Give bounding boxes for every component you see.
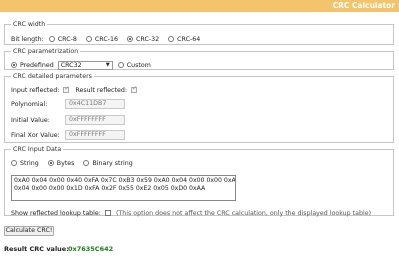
result-reflected-checkbox[interactable] <box>130 85 137 93</box>
predefined-option[interactable]: Predefined <box>11 62 54 69</box>
crc-width-fieldset: CRC width Bit length: CRC-8 CRC-16 CRC-3… <box>4 21 394 45</box>
polynomial-input[interactable]: 0x4C11DB7 <box>65 99 125 109</box>
crc16-option[interactable]: CRC-16 <box>85 35 119 43</box>
crc-width-legend: CRC width <box>13 21 46 28</box>
crc-detailed-legend: CRC detailed parameters <box>13 73 92 80</box>
result-reflected-label: Result reflected: <box>75 86 127 94</box>
bytes-label: Bytes <box>56 159 75 167</box>
lookup-table-note: (This option does not affect the CRC cal… <box>115 209 372 217</box>
calculate-crc-button[interactable]: Calculate CRC! <box>4 226 54 236</box>
input-data-textarea[interactable]: 0xA0 0x04 0x00 0x40 0xFA 0x7C 0xB3 0x59 … <box>11 175 236 201</box>
crc-parametrization-fieldset: CRC parametrization Predefined CRC32 ▼ C… <box>4 48 394 70</box>
crc32-label: CRC-32 <box>136 35 160 43</box>
bytes-radio[interactable] <box>47 160 54 166</box>
string-label: String <box>20 159 39 167</box>
crc32-radio[interactable] <box>127 36 134 42</box>
crc-input-legend: CRC Input Data <box>13 146 62 153</box>
binary-label: Binary string <box>92 159 133 167</box>
input-reflected-label: Input reflected: <box>11 86 60 94</box>
crc8-radio[interactable] <box>48 36 55 42</box>
custom-option[interactable]: Custom <box>117 61 151 69</box>
crc16-label: CRC-16 <box>94 35 119 43</box>
page-header: CRC Calculator <box>0 0 399 12</box>
chevron-down-icon: ▼ <box>105 61 110 68</box>
crc64-label: CRC-64 <box>177 35 201 43</box>
input-reflected-checkbox[interactable] <box>63 85 69 93</box>
initial-value-label: Initial Value: <box>11 116 50 124</box>
result-label: Result CRC value: <box>4 245 69 253</box>
final-xor-input[interactable]: 0xFFFFFFFF <box>65 130 125 140</box>
predefined-select-value: CRC32 <box>60 61 82 69</box>
crc16-radio[interactable] <box>85 36 92 42</box>
bytes-option[interactable]: Bytes <box>47 159 75 167</box>
predefined-label: Predefined <box>20 61 54 69</box>
crc-input-fieldset: CRC Input Data String Bytes Binary strin… <box>4 146 394 217</box>
custom-label: Custom <box>126 61 151 69</box>
predefined-radio[interactable] <box>11 62 17 68</box>
custom-radio[interactable] <box>117 62 124 68</box>
crc8-label: CRC-8 <box>57 35 77 43</box>
final-xor-label: Final Xor Value: <box>11 131 60 139</box>
crc64-option[interactable]: CRC-64 <box>168 36 200 43</box>
lookup-table-checkbox[interactable] <box>104 210 111 216</box>
crc32-option[interactable]: CRC-32 <box>127 36 159 43</box>
binary-option[interactable]: Binary string <box>83 159 133 167</box>
result-value: 0x7635C642 <box>68 245 114 253</box>
crc64-radio[interactable] <box>168 36 175 42</box>
string-radio[interactable] <box>11 160 17 166</box>
string-option[interactable]: String <box>11 160 39 167</box>
crc-parametrization-legend: CRC parametrization <box>13 48 79 55</box>
binary-radio[interactable] <box>83 160 90 166</box>
predefined-select[interactable]: CRC32 ▼ <box>57 60 113 70</box>
initial-value-input[interactable]: 0xFFFFFFFF <box>65 115 125 125</box>
page-title: CRC Calculator <box>332 1 395 10</box>
lookup-table-label: Show reflected lookup table: <box>11 209 101 217</box>
bit-length-label: Bit length: <box>11 35 44 43</box>
polynomial-label: Polynomial: <box>11 100 48 108</box>
crc8-option[interactable]: CRC-8 <box>48 35 77 43</box>
crc-detailed-fieldset: CRC detailed parameters Input reflected:… <box>4 73 394 143</box>
